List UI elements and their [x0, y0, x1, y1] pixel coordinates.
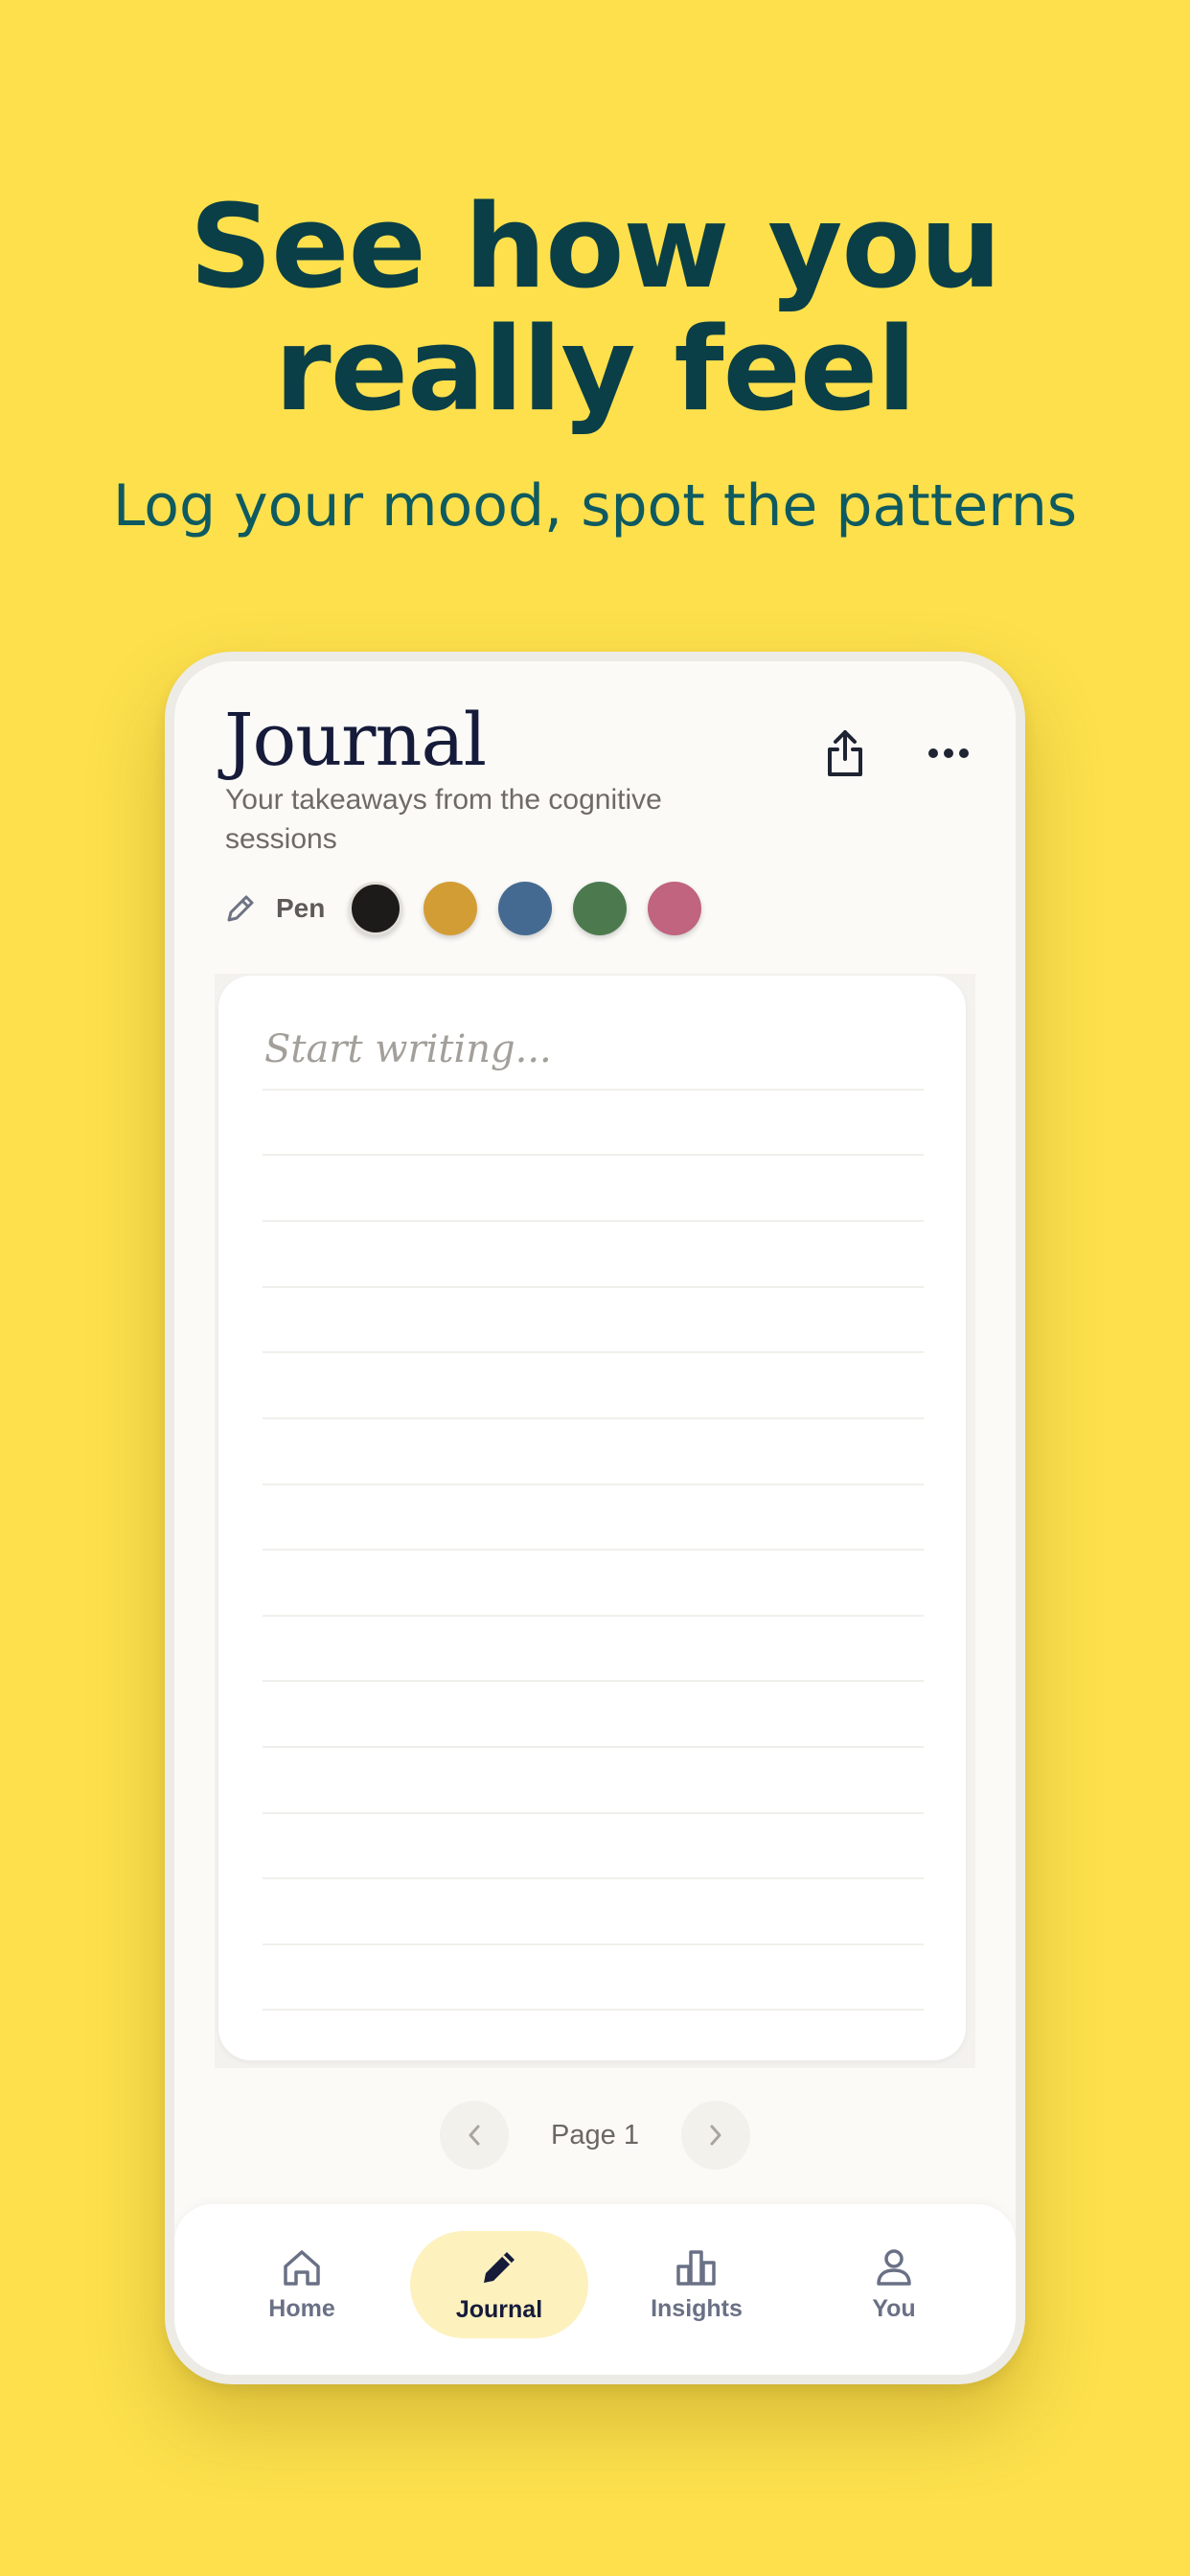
nav-label-insights: Insights	[651, 2294, 743, 2322]
previous-page-button[interactable]	[440, 2101, 510, 2170]
nav-label-you: You	[872, 2294, 916, 2322]
ruled-line	[263, 1877, 924, 1879]
ruled-line	[263, 1944, 924, 1945]
ruled-line	[263, 1484, 924, 1485]
ruled-line	[263, 1220, 924, 1222]
more-icon	[928, 748, 969, 758]
ruled-line	[263, 1680, 924, 1682]
color-swatch-black[interactable]	[349, 882, 402, 935]
pen-label: Pen	[276, 893, 326, 923]
next-page-button[interactable]	[680, 2101, 750, 2170]
nav-item-home[interactable]: Home	[213, 2231, 391, 2338]
pencil-icon	[484, 2251, 515, 2283]
page-title: Journal	[224, 697, 487, 782]
journal-page-area: Start writing...	[215, 974, 975, 2068]
headline-line-1: See how you	[189, 181, 1002, 314]
pencil-icon	[224, 892, 257, 925]
person-icon	[877, 2248, 911, 2286]
editor-placeholder: Start writing...	[264, 1027, 552, 1071]
bar-chart-icon	[676, 2249, 716, 2286]
page-navigator: Page 1	[174, 2097, 1016, 2174]
color-swatch-green[interactable]	[573, 882, 627, 935]
ruled-line	[263, 1351, 924, 1353]
ruled-line	[263, 1812, 924, 1814]
color-swatch-blue[interactable]	[498, 882, 552, 935]
nav-item-journal[interactable]: Journal	[410, 2231, 588, 2338]
ruled-line	[263, 1089, 924, 1091]
page-indicator: Page 1	[551, 2119, 639, 2150]
pen-toolbar: Pen	[224, 880, 701, 937]
phone-screen: Journal Your takeaways from the cognitiv…	[174, 661, 1016, 2375]
ruled-line	[263, 1746, 924, 1748]
app-store-screenshot: See how you really feel Log your mood, s…	[0, 0, 1190, 2576]
ruled-line	[263, 2009, 924, 2011]
phone-frame: Journal Your takeaways from the cognitiv…	[165, 652, 1025, 2384]
promo-headline: See how you really feel	[0, 187, 1190, 432]
ruled-line	[263, 1154, 924, 1156]
color-swatch-pink[interactable]	[648, 882, 701, 935]
home-icon	[284, 2249, 320, 2286]
share-button[interactable]	[807, 715, 883, 792]
more-options-button[interactable]	[910, 715, 987, 792]
nav-label-journal: Journal	[455, 2295, 543, 2323]
promo-subhead: Log your mood, spot the patterns	[112, 472, 1078, 540]
ruled-line	[263, 1286, 924, 1288]
color-swatch-gold[interactable]	[423, 882, 477, 935]
chevron-right-icon	[710, 2125, 721, 2146]
headline-line-2: really feel	[274, 304, 917, 437]
ruled-line	[263, 1615, 924, 1617]
ruled-line	[263, 1417, 924, 1419]
ruled-line	[263, 1549, 924, 1551]
journal-editor[interactable]: Start writing...	[218, 976, 966, 2060]
page-subtitle: Your takeaways from the cognitive sessio…	[225, 784, 662, 855]
nav-item-insights[interactable]: Insights	[607, 2231, 786, 2338]
share-icon	[828, 730, 862, 776]
nav-item-you[interactable]: You	[805, 2231, 983, 2338]
nav-label-home: Home	[268, 2294, 335, 2322]
chevron-left-icon	[469, 2125, 480, 2146]
bottom-navigation: Home Journal Insights You	[174, 2204, 1016, 2375]
